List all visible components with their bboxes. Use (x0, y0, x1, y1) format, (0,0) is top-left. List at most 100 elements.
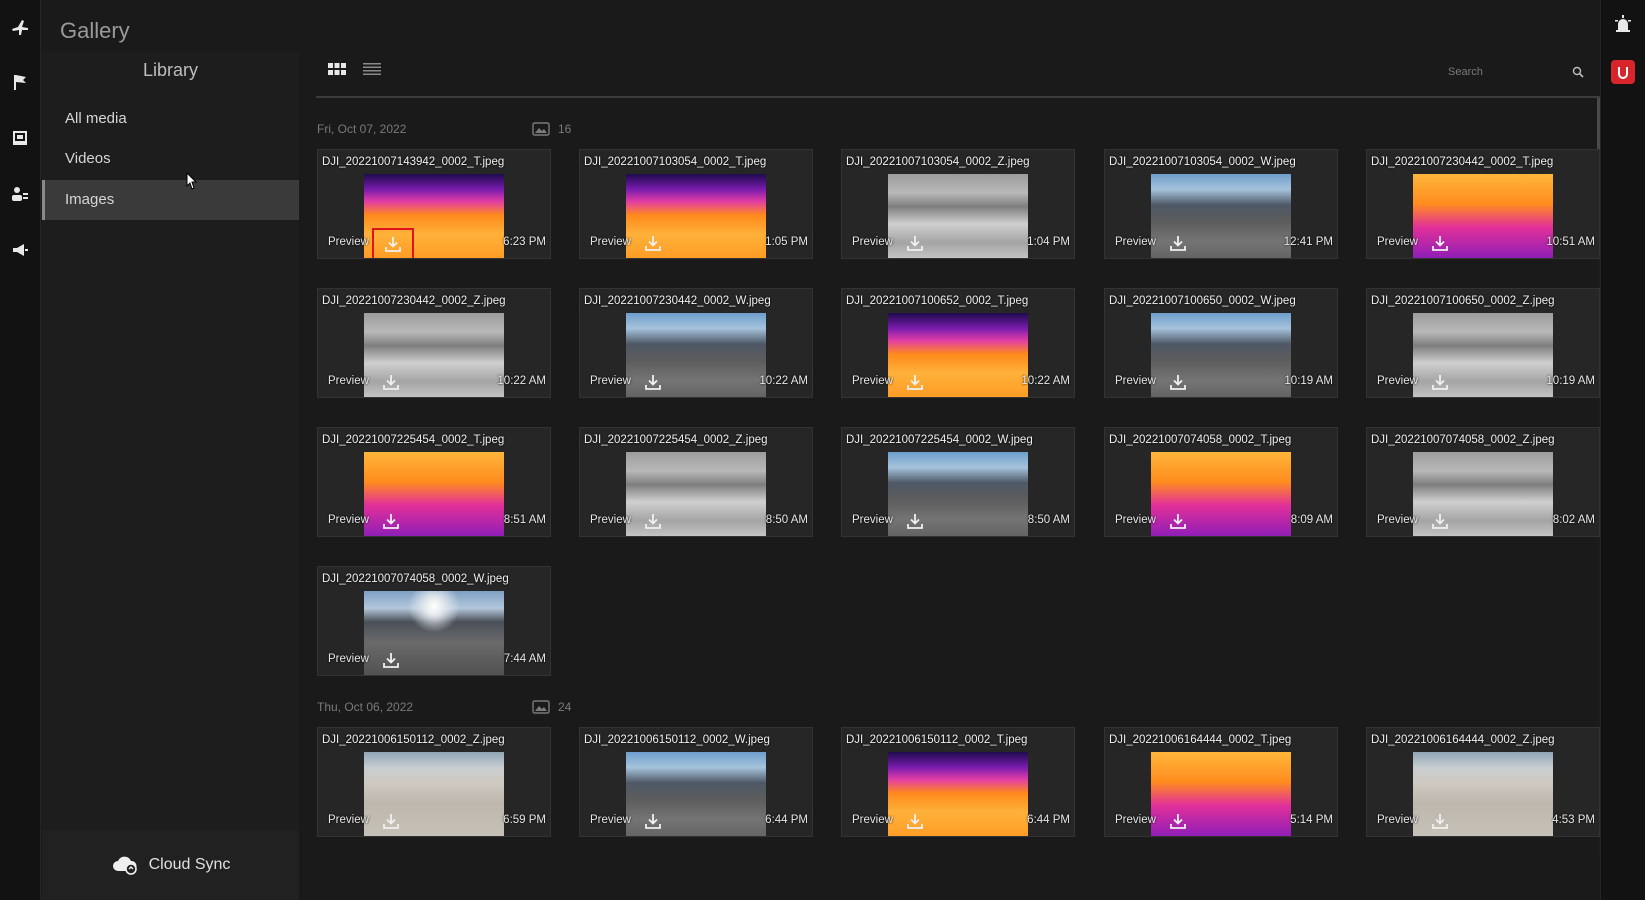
download-icon (383, 814, 399, 829)
sidebar-item-images[interactable]: Images (42, 180, 299, 220)
sidebar-item-videos[interactable]: Videos (42, 139, 299, 179)
media-filename: DJI_20221007103054_0002_Z.jpeg (846, 156, 1030, 168)
media-card[interactable]: DJI_20221007230442_0002_T.jpeg Preview 10:… (1366, 149, 1600, 259)
mouse-cursor-icon (184, 171, 200, 197)
media-card[interactable]: DJI_20221006150112_0002_T.jpeg Preview 6:4… (841, 727, 1075, 837)
download-button[interactable] (900, 808, 930, 834)
flag-icon[interactable] (8, 70, 32, 94)
media-card[interactable]: DJI_20221007074058_0002_T.jpeg Preview 8:0… (1104, 427, 1338, 537)
media-card[interactable]: DJI_20221007230442_0002_W.jpeg Preview 10:… (579, 288, 813, 398)
search-input[interactable]: Search (1448, 62, 1588, 84)
preview-button[interactable]: Preview (852, 375, 893, 387)
download-icon (907, 375, 923, 390)
preview-button[interactable]: Preview (328, 375, 369, 387)
group-date: Thu, Oct 06, 2022 (317, 700, 414, 714)
download-button[interactable] (372, 228, 414, 258)
sidebar-item-all-media[interactable]: All media (42, 99, 299, 139)
media-card[interactable]: DJI_20221007225454_0002_T.jpeg Preview 8:5… (317, 427, 551, 537)
preview-button[interactable]: Preview (328, 814, 369, 826)
media-card[interactable]: DJI_20221007225454_0002_Z.jpeg Preview 8:5… (579, 427, 813, 537)
media-card[interactable]: DJI_20221007074058_0002_Z.jpeg Preview 8:0… (1366, 427, 1600, 537)
media-filename: DJI_20221007230442_0002_W.jpeg (584, 295, 771, 307)
alarm-icon[interactable] (1611, 12, 1635, 36)
media-time: 10:19 AM (1284, 375, 1333, 387)
download-button[interactable] (1163, 808, 1193, 834)
download-icon (1432, 814, 1448, 829)
media-card[interactable]: DJI_20221007143942_0002_T.jpeg Preview 6:2… (317, 149, 551, 259)
media-time: 6:44 PM (1027, 814, 1070, 826)
media-time: 10:22 AM (759, 375, 808, 387)
media-card[interactable]: DJI_20221007230442_0002_Z.jpeg Preview 10:… (317, 288, 551, 398)
preview-button[interactable]: Preview (328, 514, 369, 526)
flight-icon[interactable] (8, 16, 32, 40)
download-button[interactable] (376, 647, 406, 673)
download-button[interactable] (1425, 230, 1455, 256)
users-icon[interactable] (8, 182, 32, 206)
download-icon (1170, 375, 1186, 390)
preview-button[interactable]: Preview (590, 814, 631, 826)
preview-button[interactable]: Preview (852, 236, 893, 248)
preview-button[interactable]: Preview (852, 514, 893, 526)
download-button[interactable] (638, 508, 668, 534)
preview-button[interactable]: Preview (590, 514, 631, 526)
download-button[interactable] (638, 808, 668, 834)
grid-view-icon[interactable] (328, 62, 346, 81)
group-count: 24 (532, 700, 571, 714)
download-button[interactable] (1163, 508, 1193, 534)
download-icon (383, 653, 399, 668)
download-button[interactable] (1425, 369, 1455, 395)
download-button[interactable] (1425, 808, 1455, 834)
megaphone-icon[interactable] (8, 238, 32, 262)
media-card[interactable]: DJI_20221007100652_0002_T.jpeg Preview 10:… (841, 288, 1075, 398)
media-card[interactable]: DJI_20221006164444_0002_Z.jpeg Preview 4:5… (1366, 727, 1600, 837)
preview-button[interactable]: Preview (1115, 375, 1156, 387)
media-filename: DJI_20221007074058_0002_W.jpeg (322, 573, 509, 585)
search-icon[interactable] (1572, 66, 1584, 81)
media-time: 4:53 PM (1552, 814, 1595, 826)
brand-logo-icon[interactable] (1611, 60, 1635, 84)
download-button[interactable] (1425, 508, 1455, 534)
preview-button[interactable]: Preview (1377, 514, 1418, 526)
media-filename: DJI_20221006150112_0002_T.jpeg (846, 734, 1028, 746)
page-title: Gallery (60, 18, 130, 43)
download-icon (1170, 236, 1186, 251)
media-card[interactable]: DJI_20221007103054_0002_Z.jpeg Preview 1:0… (841, 149, 1075, 259)
download-button[interactable] (1163, 230, 1193, 256)
download-button[interactable] (1163, 369, 1193, 395)
device-icon[interactable] (8, 126, 32, 150)
media-card[interactable]: DJI_20221007100650_0002_W.jpeg Preview 10:… (1104, 288, 1338, 398)
download-icon (1432, 514, 1448, 529)
media-card[interactable]: DJI_20221006150112_0002_W.jpeg Preview 6:4… (579, 727, 813, 837)
download-button[interactable] (638, 369, 668, 395)
preview-button[interactable]: Preview (1115, 814, 1156, 826)
download-button[interactable] (900, 508, 930, 534)
preview-button[interactable]: Preview (1115, 514, 1156, 526)
download-button[interactable] (376, 808, 406, 834)
cloud-sync-button[interactable]: Cloud Sync (42, 830, 299, 900)
preview-button[interactable]: Preview (1377, 814, 1418, 826)
media-card[interactable]: DJI_20221007100650_0002_Z.jpeg Preview 10:… (1366, 288, 1600, 398)
download-button[interactable] (900, 369, 930, 395)
preview-button[interactable]: Preview (590, 375, 631, 387)
media-card[interactable]: DJI_20221007225454_0002_W.jpeg Preview 8:5… (841, 427, 1075, 537)
download-button[interactable] (900, 230, 930, 256)
media-card[interactable]: DJI_20221007103054_0002_T.jpeg Preview 1:0… (579, 149, 813, 259)
media-card[interactable]: DJI_20221007103054_0002_W.jpeg Preview 12:… (1104, 149, 1338, 259)
preview-button[interactable]: Preview (590, 236, 631, 248)
preview-button[interactable]: Preview (1377, 375, 1418, 387)
preview-button[interactable]: Preview (1115, 236, 1156, 248)
media-card[interactable]: DJI_20221006150112_0002_Z.jpeg Preview 6:5… (317, 727, 551, 837)
download-button[interactable] (376, 369, 406, 395)
list-view-icon[interactable] (363, 62, 381, 81)
toolbar-divider (316, 96, 1600, 98)
media-time: 8:09 AM (1290, 514, 1333, 526)
media-card[interactable]: DJI_20221007074058_0002_W.jpeg Preview 7:4… (317, 566, 551, 676)
preview-button[interactable]: Preview (328, 653, 369, 665)
download-button[interactable] (638, 230, 668, 256)
download-button[interactable] (376, 508, 406, 534)
preview-button[interactable]: Preview (1377, 236, 1418, 248)
preview-button[interactable]: Preview (852, 814, 893, 826)
media-filename: DJI_20221007103054_0002_W.jpeg (1109, 156, 1296, 168)
media-card[interactable]: DJI_20221006164444_0002_T.jpeg Preview 5:1… (1104, 727, 1338, 837)
preview-button[interactable]: Preview (328, 236, 369, 248)
